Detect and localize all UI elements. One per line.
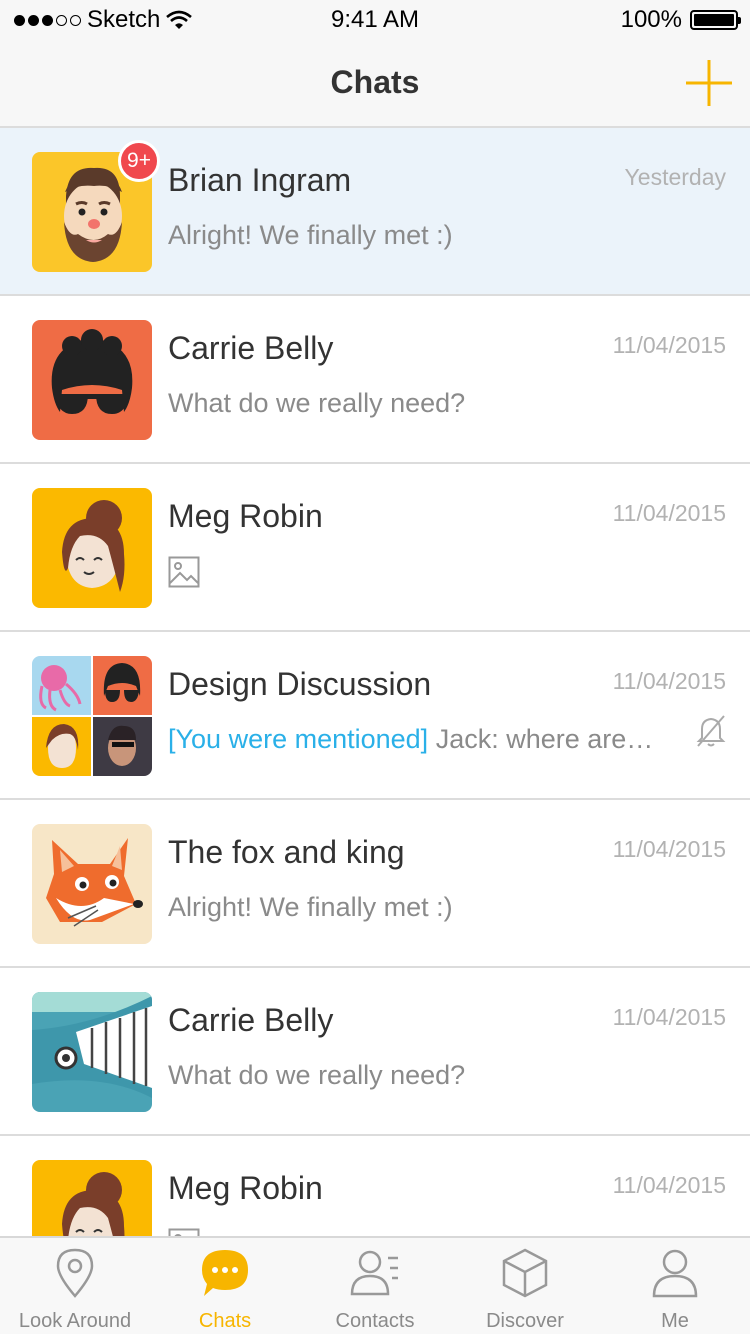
avatar [32, 824, 152, 944]
avatar [32, 992, 152, 1112]
chat-time: 11/04/2015 [612, 332, 726, 358]
chat-name: Meg Robin [168, 1170, 323, 1206]
chat-row[interactable]: Design Discussion 11/04/2015 [You were m… [0, 632, 750, 800]
chat-row[interactable]: 9+ Brian Ingram Yesterday Alright! We fi… [0, 128, 750, 296]
image-icon [168, 556, 200, 588]
chat-bubble-icon [202, 1250, 248, 1296]
tab-bar: Look Around Chats Contacts Discover Me [0, 1236, 750, 1334]
battery-percent: 100% [620, 6, 682, 33]
image-icon [168, 1228, 200, 1236]
avatar [32, 320, 152, 440]
tab-label: Contacts [335, 1310, 415, 1332]
chat-time: Yesterday [624, 164, 726, 190]
avatar [32, 1160, 152, 1236]
cube-icon [502, 1248, 548, 1298]
page-title: Chats [330, 64, 420, 100]
tab-label: Chats [198, 1310, 252, 1332]
tab-label: Discover [486, 1310, 564, 1332]
chat-preview: Alright! We finally met :) [168, 220, 453, 250]
battery-status: 100% [620, 6, 741, 34]
add-icon[interactable] [684, 58, 734, 108]
chat-row[interactable]: Meg Robin 11/04/2015 [0, 1136, 750, 1236]
chat-name: Carrie Belly [168, 330, 334, 366]
chat-time: 11/04/2015 [612, 668, 726, 694]
mention-tag: [You were mentioned] [168, 724, 429, 754]
tab-label: Look Around [18, 1310, 132, 1332]
tab-discover[interactable]: Discover [450, 1238, 600, 1334]
tab-chats[interactable]: Chats [150, 1238, 300, 1334]
chat-row[interactable]: The fox and king 11/04/2015 Alright! We … [0, 800, 750, 968]
tab-contacts[interactable]: Contacts [300, 1238, 450, 1334]
chat-row[interactable]: Carrie Belly 11/04/2015 What do we reall… [0, 296, 750, 464]
chat-name: Design Discussion [168, 666, 432, 702]
chat-preview: What do we really need? [168, 388, 466, 418]
navigation-bar: Chats [0, 40, 750, 128]
contacts-icon [350, 1250, 398, 1296]
chat-preview: What do we really need? [168, 1060, 466, 1090]
chat-row[interactable]: Meg Robin 11/04/2015 [0, 464, 750, 632]
chat-time: 11/04/2015 [612, 1172, 726, 1198]
chat-name: Carrie Belly [168, 1002, 334, 1038]
chat-time: 11/04/2015 [612, 836, 726, 862]
chat-list: 9+ Brian Ingram Yesterday Alright! We fi… [0, 128, 750, 1236]
chat-time: 11/04/2015 [612, 500, 726, 526]
chat-preview: Alright! We finally met :) [168, 892, 453, 922]
status-bar: Sketch 9:41 AM 100% [0, 0, 750, 40]
chat-name: The fox and king [168, 834, 405, 870]
unread-badge: 9+ [118, 140, 160, 182]
group-avatar [32, 656, 152, 776]
preview-text: Jack: where are… [428, 724, 654, 754]
chat-row[interactable]: Carrie Belly 11/04/2015 What do we reall… [0, 968, 750, 1136]
chat-name: Brian Ingram [168, 162, 352, 198]
location-pin-icon [56, 1248, 94, 1298]
tab-me[interactable]: Me [600, 1238, 750, 1334]
person-icon [652, 1249, 698, 1298]
chat-preview: [You were mentioned] Jack: where are… [168, 724, 653, 755]
chat-name: Meg Robin [168, 498, 323, 534]
chat-time: 11/04/2015 [612, 1004, 726, 1030]
avatar [32, 488, 152, 608]
tab-look-around[interactable]: Look Around [0, 1238, 150, 1334]
battery-icon [690, 10, 741, 30]
tab-label: Me [661, 1310, 689, 1332]
mute-icon [696, 715, 726, 747]
